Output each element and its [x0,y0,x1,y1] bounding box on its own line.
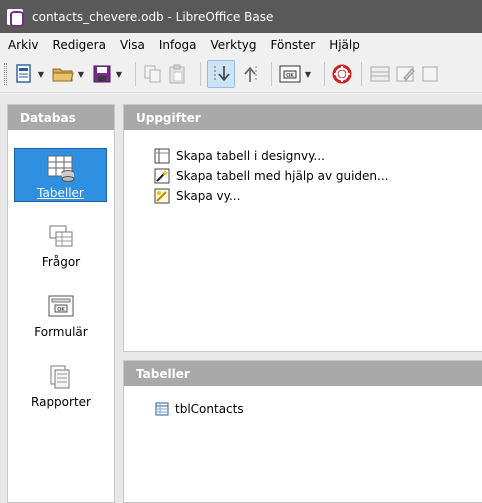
sort-ascending-button[interactable] [237,60,263,88]
table-button[interactable] [368,60,392,88]
save-icon [93,65,111,83]
toolbar-grip-icon[interactable] [4,63,7,85]
reports-icon [50,365,70,389]
table-icon [47,155,74,182]
form-view-button[interactable]: OK [278,60,302,88]
open-button[interactable] [51,60,75,88]
open-dropdown-icon[interactable]: ▼ [77,60,85,88]
edit-button[interactable] [394,60,418,88]
paste-icon [169,64,185,84]
task-create-view[interactable]: Skapa vy... [154,188,240,204]
save-dropdown-icon[interactable]: ▼ [115,60,123,88]
menu-bar: Arkiv Redigera Visa Infoga Verktyg Fönst… [0,33,482,56]
nav-item-label: Formulär [34,325,88,339]
new-document-icon [16,64,31,83]
toolbar-separator [271,62,272,86]
save-button[interactable] [91,60,113,88]
form-view-dropdown-icon[interactable]: ▼ [304,60,312,88]
task-label: Skapa tabell med hjälp av guiden... [176,169,389,183]
new-document-button[interactable] [13,60,35,88]
nav-item-queries[interactable]: Frågor [8,218,114,272]
copy-icon [144,65,161,83]
window-title: contacts_chevere.odb - LibreOffice Base [32,9,274,24]
nav-item-label: Frågor [41,255,81,269]
task-label: Skapa vy... [176,189,241,203]
tasks-panel-header: Uppgifter [124,105,482,130]
sort-descending-icon [214,66,230,82]
tables-panel-header: Tabeller [124,361,482,386]
toolbar-separator [361,62,362,86]
tables-panel: Tabeller [123,360,482,503]
sort-ascending-icon [244,66,257,82]
queries-icon [49,225,73,247]
copy-button[interactable] [142,60,164,88]
task-label: Skapa tabell i designvy... [176,149,325,163]
menu-redigera[interactable]: Redigera [45,38,112,52]
standard-toolbar: ▼ ▼ ▼ OK ▼ [0,56,482,93]
design-view-icon [154,148,170,164]
edit-icon [396,66,415,82]
database-panel-header: Databas [8,105,114,130]
nav-item-label: Tabeller [37,186,84,200]
toolbar-separator [135,62,136,86]
menu-hjalp[interactable]: Hjälp [321,38,366,52]
nav-item-reports[interactable]: Rapporter [8,358,114,412]
task-create-table-design[interactable]: Skapa tabell i designvy... [154,148,325,164]
open-folder-icon [52,68,74,82]
menu-infoga[interactable]: Infoga [151,38,203,52]
menu-arkiv[interactable]: Arkiv [0,38,45,52]
help-button[interactable] [331,60,353,88]
wizard-icon [154,168,170,184]
svg-text:OK: OK [286,73,294,79]
paste-button[interactable] [166,60,188,88]
create-view-icon [154,188,170,204]
tasks-panel: Uppgifter Skapa tabell i designvy... Ska… [123,104,482,352]
forms-icon: OK [48,295,74,317]
sort-descending-button[interactable] [207,60,235,88]
menu-fonster[interactable]: Fönster [263,38,322,52]
title-bar: contacts_chevere.odb - LibreOffice Base [0,0,482,33]
table-icon [370,66,390,82]
menu-visa[interactable]: Visa [112,38,151,52]
table-list-item[interactable]: tblContacts [155,402,244,416]
form-view-icon: OK [279,65,301,83]
menu-verktyg[interactable]: Verktyg [203,38,263,52]
database-panel: Databas Tabeller Frågor OK Formulär Rapp… [7,104,115,503]
work-area: Databas Tabeller Frågor OK Formulär Rapp… [0,94,482,503]
table-name: tblContacts [175,402,244,416]
toolbar-separator [200,62,201,86]
nav-item-forms[interactable]: OK Formulär [8,288,114,342]
toolbar-separator [324,62,325,86]
nav-item-label: Rapporter [31,395,91,409]
delete-icon [422,66,438,82]
libreoffice-base-icon [7,8,24,27]
delete-button[interactable] [420,60,440,88]
task-create-table-wizard[interactable]: Skapa tabell med hjälp av guiden... [154,168,388,184]
nav-item-tables[interactable]: Tabeller [14,148,107,202]
svg-text:OK: OK [57,307,65,313]
new-dropdown-icon[interactable]: ▼ [37,60,45,88]
table-small-icon [155,402,169,416]
help-lifebuoy-icon [332,64,352,84]
